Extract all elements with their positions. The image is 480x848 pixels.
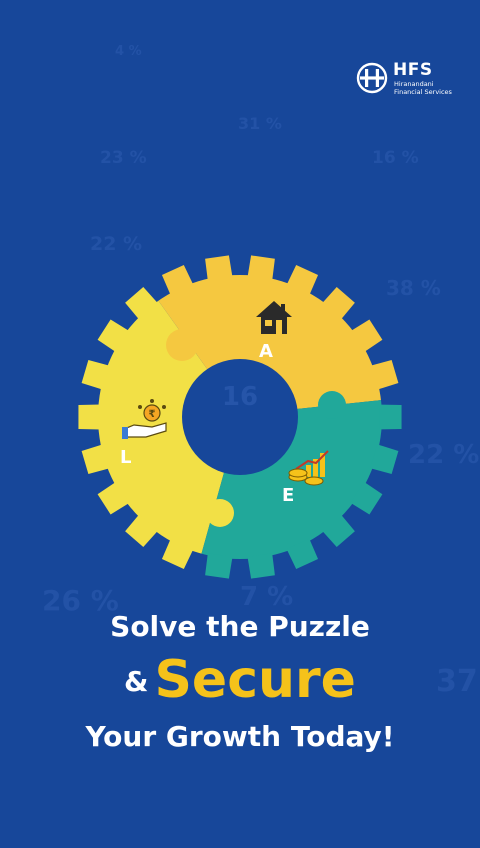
puzzle-gear-graphic: 16 A ₹ L E	[78, 255, 402, 579]
headline-line2: & Secure	[0, 650, 480, 710]
puzzle-gear: 16 A ₹ L E	[70, 255, 410, 585]
hfs-logo: HFS Hiranandani Financial Services	[356, 60, 468, 100]
bg-percent: 16 %	[372, 148, 419, 168]
bg-percent: 23 %	[100, 148, 147, 168]
headline-highlight: Secure	[154, 650, 356, 710]
headline-line3: Your Growth Today!	[85, 720, 395, 753]
piece-letter-e: E	[282, 485, 294, 506]
bg-percent: 4 %	[115, 44, 142, 59]
headline-amp: &	[124, 665, 149, 698]
brand-name: HFS	[393, 60, 433, 80]
brand-subtitle-line2: Financial Services	[394, 87, 452, 96]
bg-percent: 22 %	[408, 440, 480, 470]
piece-letter-l: L	[120, 447, 131, 468]
headline-line1: Solve the Puzzle	[110, 610, 370, 643]
brand-subtitle: Hiranandani Financial Services	[394, 80, 474, 96]
bg-percent: 7 %	[240, 582, 294, 612]
bg-percent: 31 %	[238, 114, 282, 133]
svg-text:₹: ₹	[149, 409, 156, 420]
piece-letter-a: A	[259, 341, 273, 362]
bg-percent: 22 %	[90, 233, 143, 255]
hfs-emblem-icon	[356, 62, 388, 94]
bg-percent: 16	[222, 382, 258, 412]
